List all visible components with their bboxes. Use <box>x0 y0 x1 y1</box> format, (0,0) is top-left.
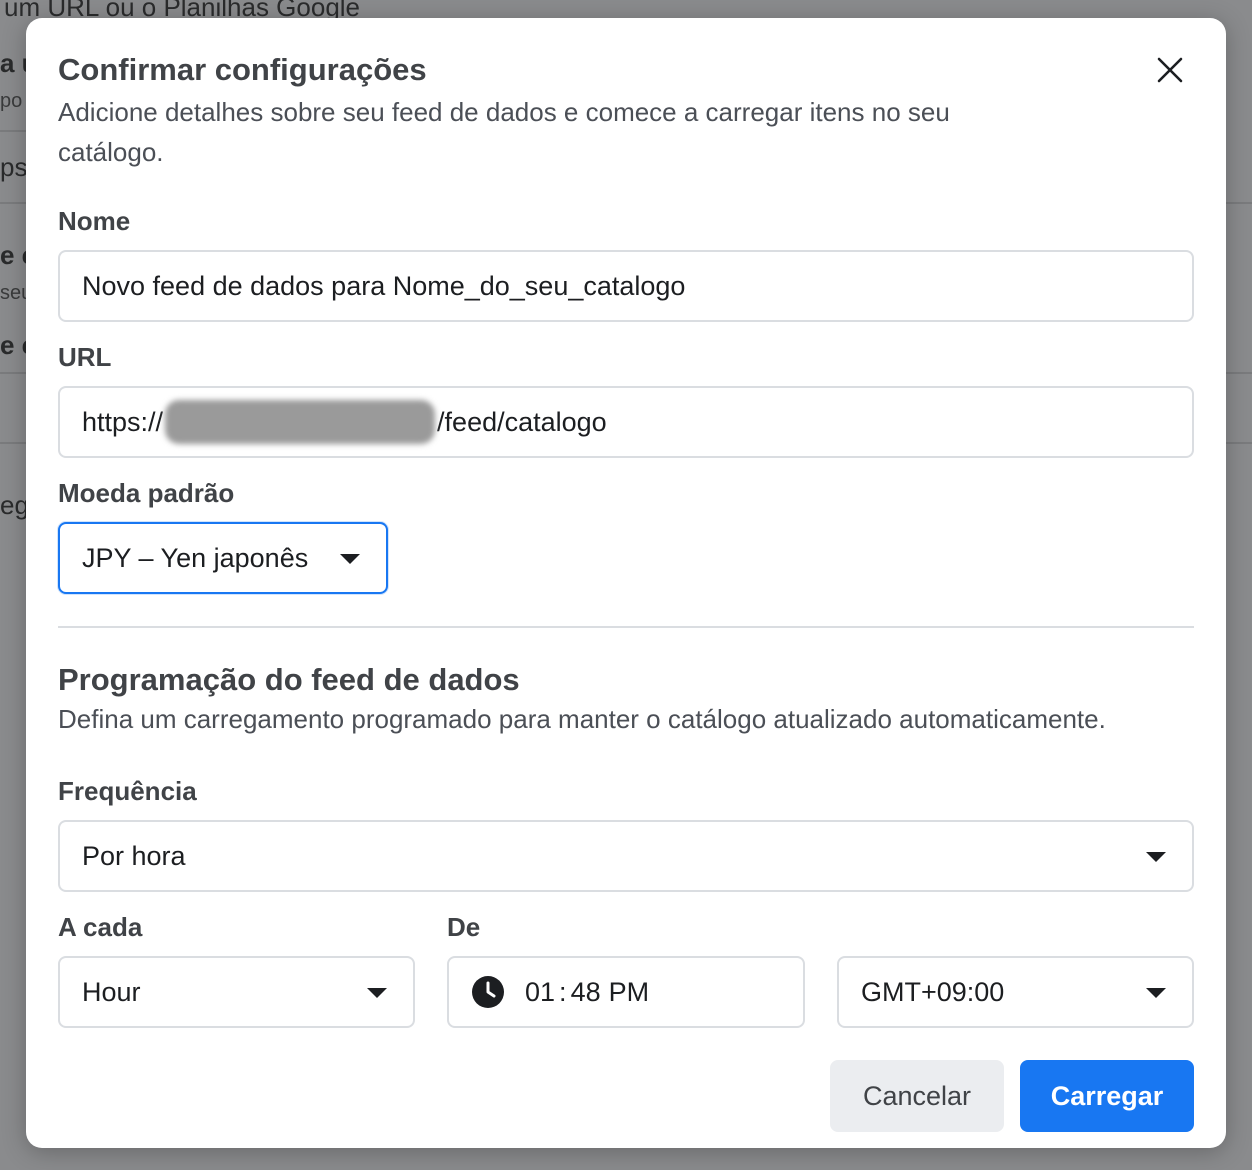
time-input[interactable]: 01 : 48 PM <box>447 956 805 1028</box>
close-button[interactable] <box>1154 54 1186 86</box>
background-fragment: po <box>0 90 23 112</box>
name-input-value: Novo feed de dados para Nome_do_seu_cata… <box>82 270 686 301</box>
url-label: URL <box>58 342 112 372</box>
chevron-down-icon <box>340 554 360 564</box>
background-divider <box>1222 442 1252 444</box>
every-label: A cada <box>58 912 143 942</box>
close-icon <box>1157 57 1183 83</box>
background-fragment: ps <box>0 152 28 182</box>
time-separator: : <box>559 976 567 1007</box>
background-divider <box>1222 202 1252 204</box>
schedule-section-subtitle: Defina um carregamento programado para m… <box>58 704 1106 734</box>
chevron-down-icon <box>367 988 387 998</box>
frequency-select-value: Por hora <box>82 840 186 871</box>
name-input[interactable]: Novo feed de dados para Nome_do_seu_cata… <box>58 250 1194 322</box>
frequency-label: Frequência <box>58 776 197 806</box>
clock-icon <box>472 976 504 1008</box>
confirm-settings-dialog: Confirmar configurações Adicione detalhe… <box>26 18 1226 1148</box>
time-minute[interactable]: 48 <box>571 977 601 1008</box>
url-input[interactable]: https:// /feed/catalogo <box>58 386 1194 458</box>
frequency-select[interactable]: Por hora <box>58 820 1194 892</box>
timezone-select[interactable]: GMT+09:00 <box>837 956 1194 1028</box>
redacted-blur <box>165 400 436 444</box>
every-select-value: Hour <box>82 976 141 1007</box>
url-suffix: /feed/catalogo <box>437 406 607 437</box>
cancel-button[interactable]: Cancelar <box>830 1060 1004 1132</box>
time-hour[interactable]: 01 <box>525 977 555 1008</box>
currency-select[interactable]: JPY – Yen japonês <box>58 522 388 594</box>
chevron-down-icon <box>1146 852 1166 862</box>
currency-label: Moeda padrão <box>58 478 235 508</box>
chevron-down-icon <box>1146 988 1166 998</box>
background-divider <box>1222 372 1252 374</box>
name-label: Nome <box>58 206 131 236</box>
section-divider <box>58 626 1194 628</box>
from-label: De <box>447 912 481 942</box>
schedule-section-title: Programação do feed de dados <box>58 662 520 697</box>
dialog-title: Confirmar configurações <box>58 52 427 87</box>
time-ampm[interactable]: PM <box>609 977 650 1008</box>
every-select[interactable]: Hour <box>58 956 415 1028</box>
timezone-select-value: GMT+09:00 <box>861 976 1005 1007</box>
dialog-subtitle: Adicione detalhes sobre seu feed de dado… <box>58 97 950 167</box>
upload-button[interactable]: Carregar <box>1020 1060 1194 1132</box>
url-prefix: https:// <box>82 406 164 437</box>
currency-select-value: JPY – Yen japonês <box>82 542 309 573</box>
